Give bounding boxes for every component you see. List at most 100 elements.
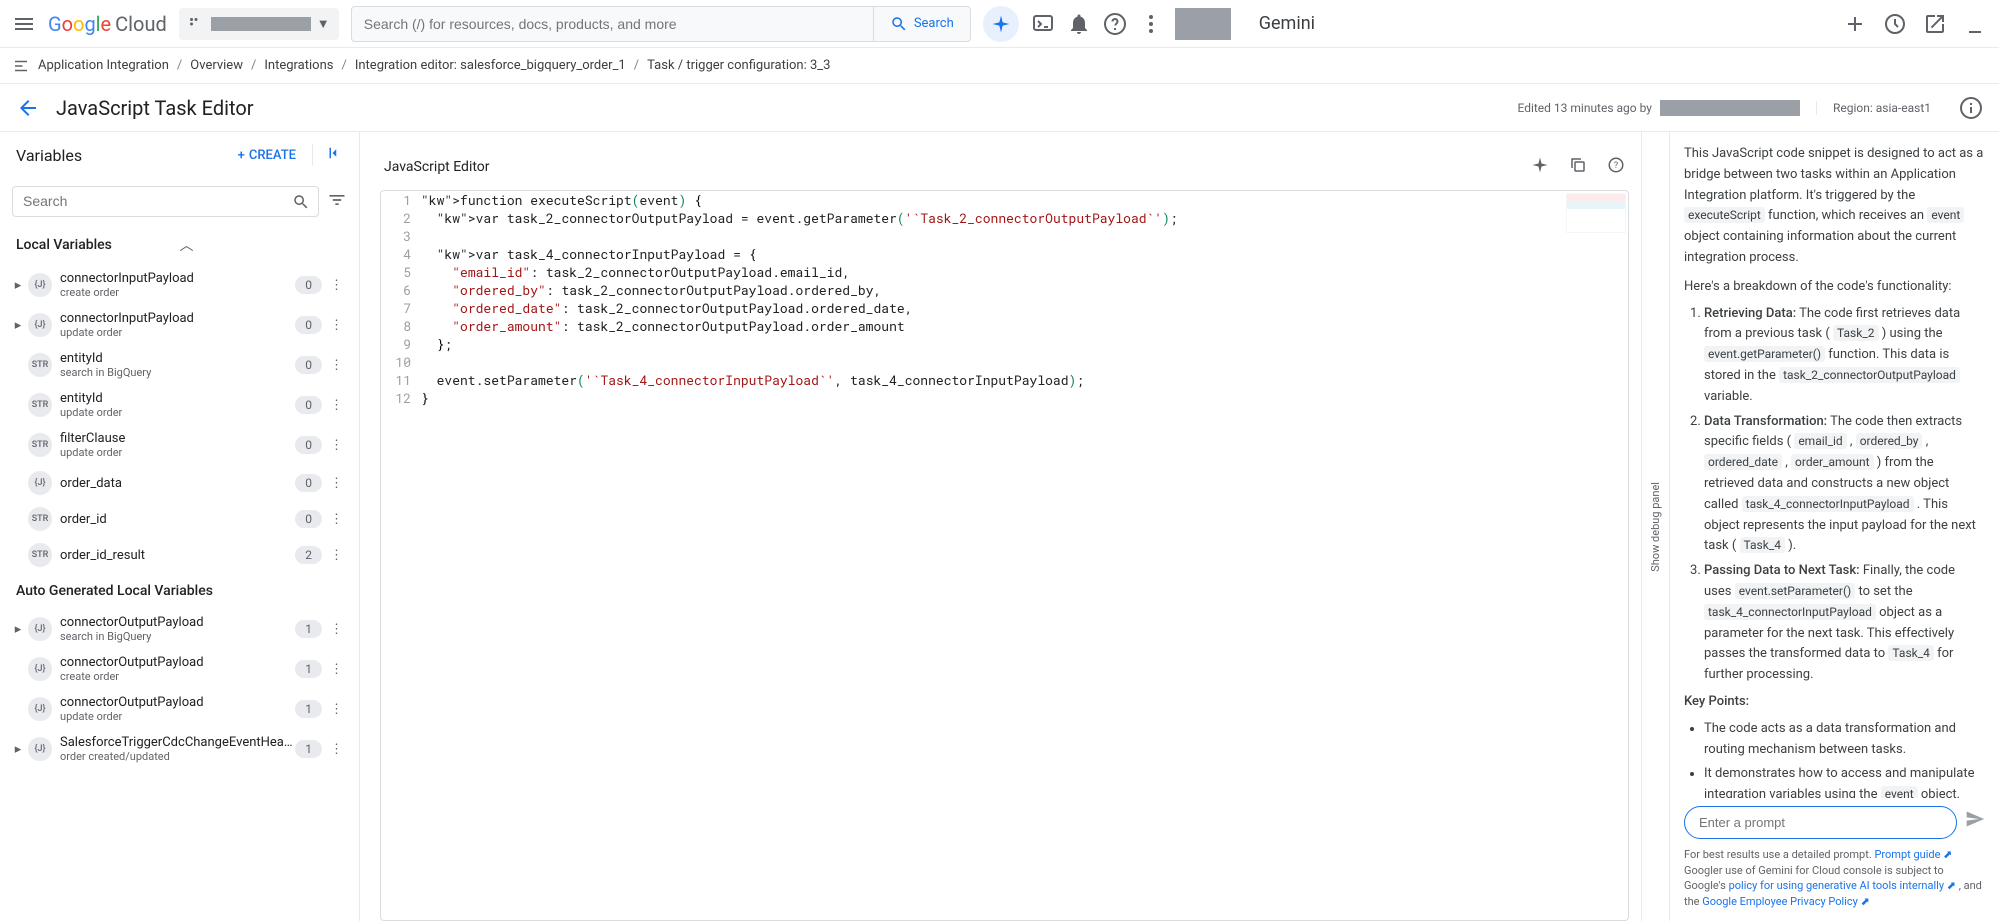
variable-count-badge: 1 — [295, 620, 322, 638]
debug-panel-toggle[interactable]: Show debug panel — [1641, 132, 1669, 921]
variable-menu-icon[interactable]: ⋮ — [326, 544, 347, 567]
search-input[interactable] — [352, 16, 873, 32]
variable-name: SalesforceTriggerCdcChangeEventHeader... — [60, 735, 295, 750]
search-button[interactable]: Search — [873, 7, 970, 41]
project-name-mask — [211, 17, 311, 31]
more-icon[interactable] — [1139, 12, 1163, 36]
variable-name: order_id — [60, 512, 295, 527]
variable-item[interactable]: STR order_id 0 ⋮ — [0, 501, 359, 537]
send-icon[interactable] — [1965, 809, 1985, 837]
prompt-guide-link[interactable]: Prompt guide ⬈ — [1874, 848, 1952, 861]
help-icon[interactable]: ? — [1607, 156, 1625, 178]
variable-type-badge: {J} — [28, 313, 52, 337]
variable-item[interactable]: {J} connectorOutputPayload create order … — [0, 649, 359, 689]
editor-title: JavaScript Editor — [384, 159, 1531, 175]
variable-count-badge: 1 — [295, 740, 322, 758]
breadcrumb: Application Integration / Overview / Int… — [0, 48, 1999, 84]
variable-search[interactable] — [12, 186, 319, 217]
variable-item[interactable]: STR filterClause update order 0 ⋮ — [0, 425, 359, 465]
variable-name: order_data — [60, 476, 295, 491]
variable-search-input[interactable] — [23, 193, 286, 209]
variable-menu-icon[interactable]: ⋮ — [326, 274, 347, 297]
gemini-prompt-input[interactable] — [1684, 806, 1957, 839]
notifications-icon[interactable] — [1067, 12, 1091, 36]
variable-menu-icon[interactable]: ⋮ — [326, 314, 347, 337]
breadcrumb-item[interactable]: Integrations — [264, 58, 333, 73]
create-variable-button[interactable]: +CREATE — [238, 148, 296, 163]
back-arrow[interactable] — [16, 96, 40, 120]
local-variables-section[interactable]: Local Variables ︿ — [0, 225, 359, 265]
variable-type-badge: STR — [28, 507, 52, 531]
variable-menu-icon[interactable]: ⋮ — [326, 394, 347, 417]
variable-menu-icon[interactable]: ⋮ — [326, 434, 347, 457]
breadcrumb-item[interactable]: Integration editor: salesforce_bigquery_… — [355, 58, 626, 73]
ai-assist-icon[interactable] — [1531, 156, 1549, 178]
expand-icon[interactable]: ▸ — [8, 622, 28, 637]
variable-item[interactable]: {J} connectorOutputPayload update order … — [0, 689, 359, 729]
breadcrumb-item[interactable]: Application Integration — [38, 58, 169, 73]
variable-name: connectorOutputPayload — [60, 615, 295, 630]
hamburger-menu[interactable] — [12, 12, 36, 36]
gemini-open-icon[interactable] — [1923, 12, 1947, 36]
avatar-mask[interactable] — [1175, 8, 1231, 40]
auto-variables-section[interactable]: Auto Generated Local Variables — [0, 573, 359, 609]
minimap[interactable] — [1566, 193, 1626, 233]
breadcrumb-item[interactable]: Task / trigger configuration: 3_3 — [647, 58, 830, 73]
variable-type-badge: {J} — [28, 273, 52, 297]
variable-subtitle: order created/updated — [60, 750, 295, 763]
variable-type-badge: {J} — [28, 697, 52, 721]
variable-item[interactable]: ▸ {J} connectorInputPayload update order… — [0, 305, 359, 345]
variable-subtitle: search in BigQuery — [60, 366, 295, 379]
variable-name: filterClause — [60, 431, 295, 446]
variable-item[interactable]: ▸ {J} connectorInputPayload create order… — [0, 265, 359, 305]
variable-menu-icon[interactable]: ⋮ — [326, 738, 347, 761]
variable-count-badge: 2 — [295, 546, 322, 564]
help-icon[interactable] — [1103, 12, 1127, 36]
info-icon[interactable] — [1959, 96, 1983, 120]
variable-type-badge: STR — [28, 353, 52, 377]
variable-menu-icon[interactable]: ⋮ — [326, 658, 347, 681]
page-title: JavaScript Task Editor — [56, 96, 1517, 120]
ai-policy-link[interactable]: policy for using generative AI tools int… — [1729, 879, 1956, 892]
variable-item[interactable]: ▸ {J} SalesforceTriggerCdcChangeEventHea… — [0, 729, 359, 769]
gemini-new-icon[interactable] — [1843, 12, 1867, 36]
gemini-minimize-icon[interactable] — [1963, 12, 1987, 36]
cloud-shell-icon[interactable] — [1031, 12, 1055, 36]
variable-subtitle: update order — [60, 710, 295, 723]
variable-type-badge: STR — [28, 543, 52, 567]
variable-item[interactable]: ▸ {J} connectorOutputPayload search in B… — [0, 609, 359, 649]
gemini-star-button[interactable] — [983, 6, 1019, 42]
privacy-policy-link[interactable]: Google Employee Privacy Policy ⬈ — [1702, 895, 1870, 908]
variable-item[interactable]: {J} order_data 0 ⋮ — [0, 465, 359, 501]
expand-icon[interactable]: ▸ — [8, 278, 28, 293]
variable-menu-icon[interactable]: ⋮ — [326, 354, 347, 377]
google-cloud-logo[interactable]: Google Cloud — [48, 12, 167, 36]
gemini-history-icon[interactable] — [1883, 12, 1907, 36]
variable-item[interactable]: STR entityId search in BigQuery 0 ⋮ — [0, 345, 359, 385]
variable-count-badge: 0 — [295, 396, 322, 414]
copy-icon[interactable] — [1569, 156, 1587, 178]
expand-icon[interactable]: ▸ — [8, 742, 28, 757]
variable-count-badge: 1 — [295, 660, 322, 678]
gemini-response: This JavaScript code snippet is designed… — [1684, 144, 1985, 798]
filter-icon[interactable] — [327, 190, 347, 214]
variable-name: connectorOutputPayload — [60, 655, 295, 670]
gemini-panel: This JavaScript code snippet is designed… — [1669, 132, 1999, 921]
collapse-panel-icon[interactable] — [312, 144, 343, 166]
code-editor[interactable]: 1"kw">function executeScript(event) {2 "… — [380, 190, 1629, 921]
variable-name: connectorInputPayload — [60, 311, 295, 326]
variable-count-badge: 0 — [295, 276, 322, 294]
expand-icon[interactable]: ▸ — [8, 318, 28, 333]
edited-label: Edited 13 minutes ago by — [1517, 101, 1651, 115]
project-selector[interactable]: ▼ — [179, 8, 339, 40]
variable-menu-icon[interactable]: ⋮ — [326, 618, 347, 641]
gemini-footer: For best results use a detailed prompt. … — [1684, 847, 1985, 909]
variable-count-badge: 0 — [295, 436, 322, 454]
variable-item[interactable]: STR order_id_result 2 ⋮ — [0, 537, 359, 573]
variable-menu-icon[interactable]: ⋮ — [326, 698, 347, 721]
breadcrumb-item[interactable]: Overview — [190, 58, 243, 73]
variable-menu-icon[interactable]: ⋮ — [326, 472, 347, 495]
global-search[interactable]: Search — [351, 6, 971, 42]
variable-menu-icon[interactable]: ⋮ — [326, 508, 347, 531]
variable-item[interactable]: STR entityId update order 0 ⋮ — [0, 385, 359, 425]
